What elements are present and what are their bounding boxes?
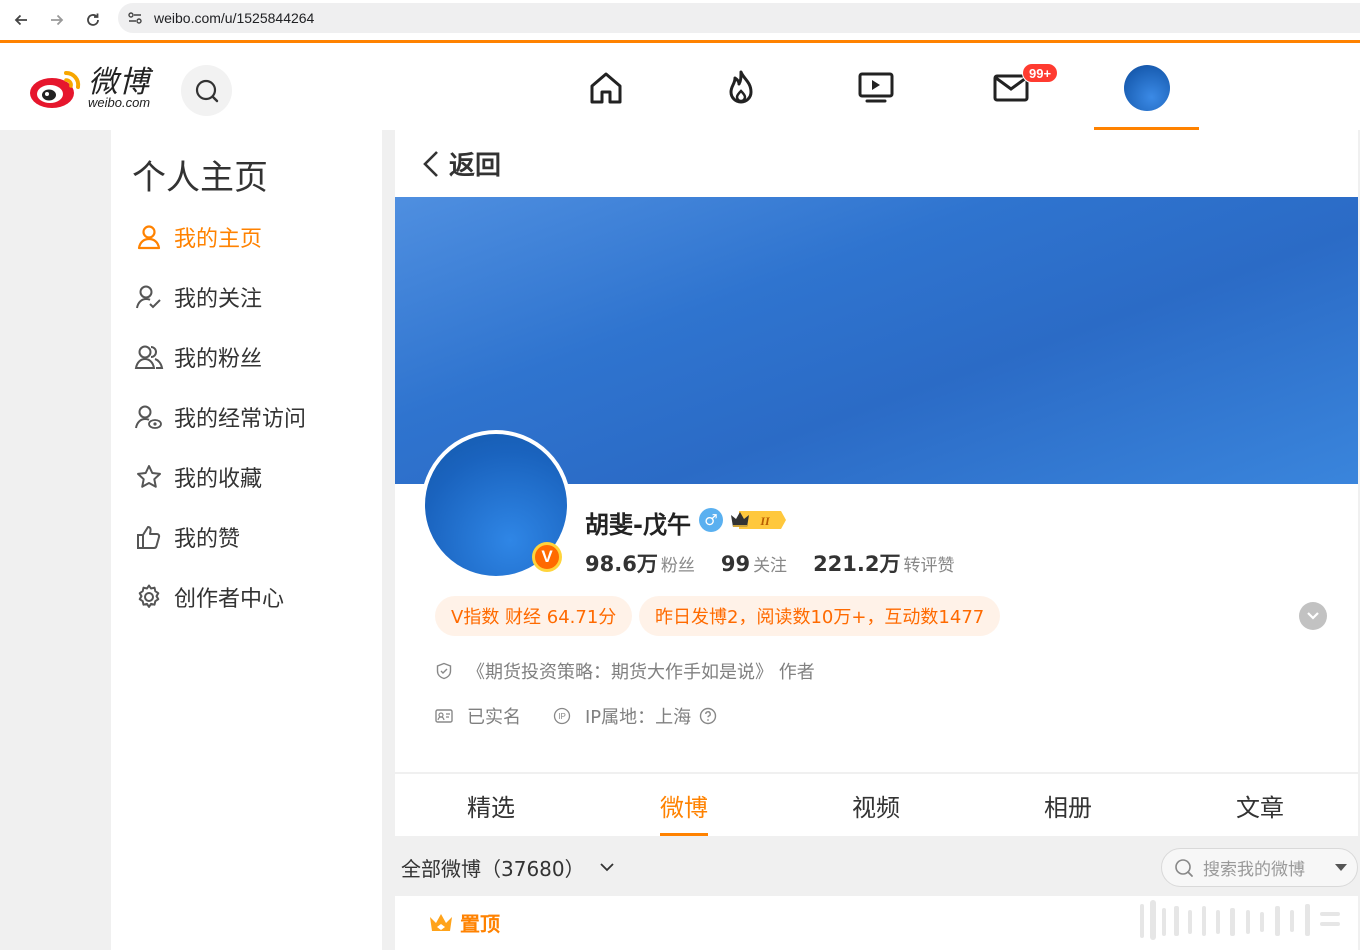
user-icon: [133, 221, 165, 253]
watermark-bars-icon: [1140, 900, 1340, 940]
reposts-count: 221.2万: [813, 552, 901, 576]
home-icon: [590, 72, 622, 104]
chevron-down-icon: [599, 863, 614, 872]
profile-stats: 98.6万 粉丝 99 关注 221.2万 转评赞: [585, 548, 981, 578]
tab-featured[interactable]: 精选: [431, 774, 551, 836]
chevron-left-icon[interactable]: [421, 149, 441, 179]
sidebar-item-label: 我的主页: [174, 227, 263, 252]
vip-level-text: II: [759, 514, 771, 528]
sidebar-item-frequent-visits[interactable]: 我的经常访问: [133, 397, 306, 437]
pinned-label: 置顶: [428, 908, 500, 937]
users-icon: [133, 341, 165, 373]
ip-icon: IP: [551, 705, 573, 727]
url-text: weibo.com/u/1525844264: [154, 10, 315, 26]
sidebar-item-favorites[interactable]: 我的收藏: [133, 457, 262, 497]
forward-arrow-icon[interactable]: [39, 3, 75, 37]
weibo-search-input[interactable]: 搜索我的微博: [1161, 848, 1358, 887]
reload-icon[interactable]: [75, 3, 111, 37]
sidebar: 个人主页 我的主页 我的关注 我的粉丝 我的经常访问 我的收藏 我的赞 创作者中…: [111, 130, 382, 950]
sidebar-item-label: 创作者中心: [174, 587, 285, 612]
caret-down-icon[interactable]: [1335, 864, 1347, 872]
search-icon: [195, 79, 218, 102]
sidebar-item-label: 我的关注: [174, 287, 263, 312]
identity-row: 已实名 IP IP属地：上海: [433, 703, 719, 729]
profile-cover-image: [395, 197, 1358, 484]
reposts-label: 转评赞: [903, 556, 955, 576]
site-info-icon[interactable]: [120, 3, 150, 33]
following-label[interactable]: 关注: [753, 551, 787, 576]
following-count[interactable]: 99: [721, 552, 750, 576]
profile-name: 胡斐-戊午: [585, 511, 691, 539]
pinned-text: 置顶: [460, 912, 500, 936]
expand-profile-button[interactable]: [1299, 602, 1327, 630]
followers-count[interactable]: 98.6万: [585, 548, 658, 578]
user-check-icon: [133, 281, 165, 313]
logo-en: weibo.com: [88, 94, 151, 110]
svg-text:IP: IP: [558, 712, 566, 721]
top-navigation: 微博 weibo.com 99+: [0, 40, 1360, 130]
sidebar-item-label: 我的粉丝: [174, 347, 263, 372]
ip-location-text: IP属地：上海: [585, 707, 692, 728]
verified-v-badge: V: [532, 542, 562, 572]
search-icon: [1175, 858, 1193, 877]
search-placeholder: 搜索我的微博: [1203, 860, 1305, 880]
bio-row: 《期货投资策略：期货大作手如是说》 作者: [433, 658, 815, 684]
star-icon: [133, 461, 165, 493]
filter-label: 全部微博（37680）: [401, 856, 585, 881]
back-button[interactable]: 返回: [449, 145, 501, 182]
sidebar-title: 个人主页: [132, 158, 268, 198]
hot-flame-icon: [729, 70, 753, 104]
user-avatar[interactable]: [1124, 65, 1170, 111]
sidebar-item-likes[interactable]: 我的赞: [133, 517, 240, 557]
gear-icon: [133, 581, 165, 613]
back-bar: 返回: [395, 130, 1358, 197]
tab-videos[interactable]: 视频: [816, 774, 936, 836]
chevron-down-icon: [1307, 612, 1319, 620]
pinned-post-card: 置顶: [395, 896, 1358, 950]
shield-icon: [433, 660, 455, 682]
sidebar-item-my-home[interactable]: 我的主页: [133, 217, 262, 257]
followers-label[interactable]: 粉丝: [661, 551, 695, 576]
help-icon[interactable]: [697, 705, 719, 727]
home-nav-button[interactable]: [586, 68, 626, 108]
hot-nav-button[interactable]: [721, 68, 761, 108]
weibo-eye-icon: [30, 70, 81, 108]
user-visit-icon: [133, 401, 165, 433]
messages-badge: 99+: [1022, 63, 1059, 83]
main-content: 返回 V 胡斐-戊午 ♂ II 98.6万 粉丝 99 关注 221.2万 转评…: [395, 130, 1358, 950]
v-index-pill[interactable]: V指数 财经 64.71分: [435, 596, 633, 636]
verified-text: 已实名: [467, 707, 521, 728]
vip-crown-badge-icon[interactable]: II: [729, 509, 787, 531]
sidebar-item-label: 我的赞: [174, 527, 241, 552]
sidebar-item-fans[interactable]: 我的粉丝: [133, 337, 262, 377]
sidebar-item-creator-center[interactable]: 创作者中心: [133, 577, 284, 617]
thumbs-up-icon: [133, 521, 165, 553]
video-icon: [858, 72, 894, 103]
address-bar[interactable]: weibo.com/u/1525844264: [118, 3, 1360, 33]
video-nav-button[interactable]: [856, 68, 896, 108]
browser-toolbar: weibo.com/u/1525844264: [0, 0, 1360, 40]
yesterday-stats-pill[interactable]: 昨日发博2，阅读数10万+，互动数1477: [639, 596, 1001, 636]
bio-text: 《期货投资策略：期货大作手如是说》 作者: [467, 662, 815, 683]
tab-weibo[interactable]: 微博: [624, 774, 744, 836]
tab-articles[interactable]: 文章: [1200, 774, 1320, 836]
id-card-icon: [433, 705, 455, 727]
search-button[interactable]: [181, 65, 232, 116]
tab-albums[interactable]: 相册: [1008, 774, 1128, 836]
crown-icon: [430, 913, 452, 931]
male-gender-icon: ♂: [699, 508, 723, 532]
weibo-logo[interactable]: 微博 weibo.com: [28, 65, 150, 111]
sidebar-item-label: 我的收藏: [174, 467, 263, 492]
back-arrow-icon[interactable]: [3, 3, 39, 37]
active-tab-indicator: [660, 833, 708, 836]
profile-tabs: 精选 微博 视频 相册 文章: [395, 774, 1358, 836]
sidebar-item-following[interactable]: 我的关注: [133, 277, 262, 317]
sidebar-item-label: 我的经常访问: [174, 407, 307, 432]
weibo-filter-dropdown[interactable]: 全部微博（37680）: [401, 850, 615, 884]
